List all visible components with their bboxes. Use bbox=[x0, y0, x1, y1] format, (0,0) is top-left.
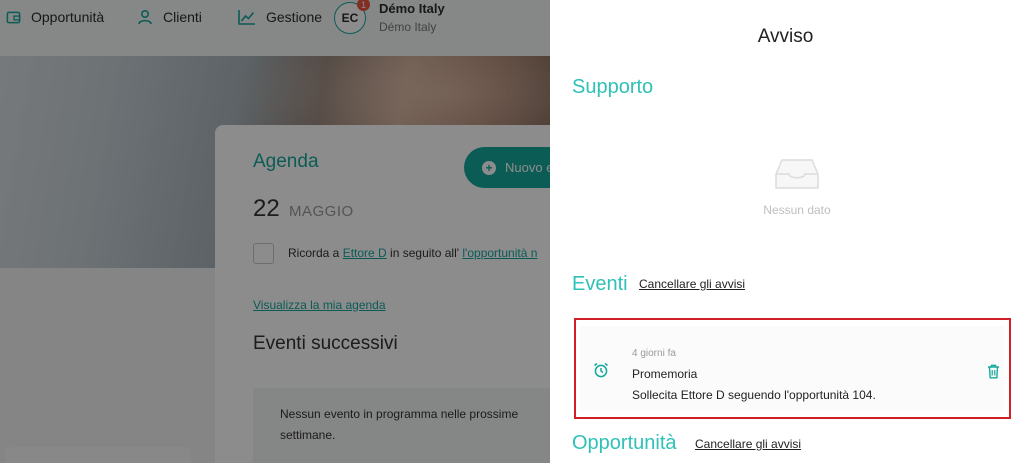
notification-drawer: Avviso Supporto Nessun dato Eventi Cance… bbox=[550, 0, 1021, 463]
no-data-text: Nessun dato bbox=[763, 203, 831, 217]
alarm-clock-icon bbox=[594, 362, 608, 378]
notification-item[interactable]: 4 giorni fa Promemoria Sollecita Ettore … bbox=[574, 318, 1011, 419]
empty-inbox-icon bbox=[775, 159, 819, 189]
notification-body: Sollecita Ettore D seguendo l'opportunit… bbox=[632, 388, 876, 402]
drawer-title: Avviso bbox=[757, 26, 814, 47]
trash-icon[interactable] bbox=[987, 364, 1000, 379]
modal-overlay[interactable] bbox=[0, 0, 550, 463]
opportunities-section-title: Opportunità bbox=[572, 432, 677, 454]
support-section-title: Supporto bbox=[572, 76, 654, 98]
notification-title: Promemoria bbox=[632, 367, 698, 381]
clear-events-link[interactable]: Cancellare gli avvisi bbox=[639, 277, 745, 291]
events-section-title: Eventi bbox=[572, 273, 628, 295]
clear-opportunities-link[interactable]: Cancellare gli avvisi bbox=[695, 437, 801, 451]
notification-time: 4 giorni fa bbox=[632, 348, 676, 359]
notification-content: 4 giorni fa Promemoria Sollecita Ettore … bbox=[580, 326, 1005, 411]
